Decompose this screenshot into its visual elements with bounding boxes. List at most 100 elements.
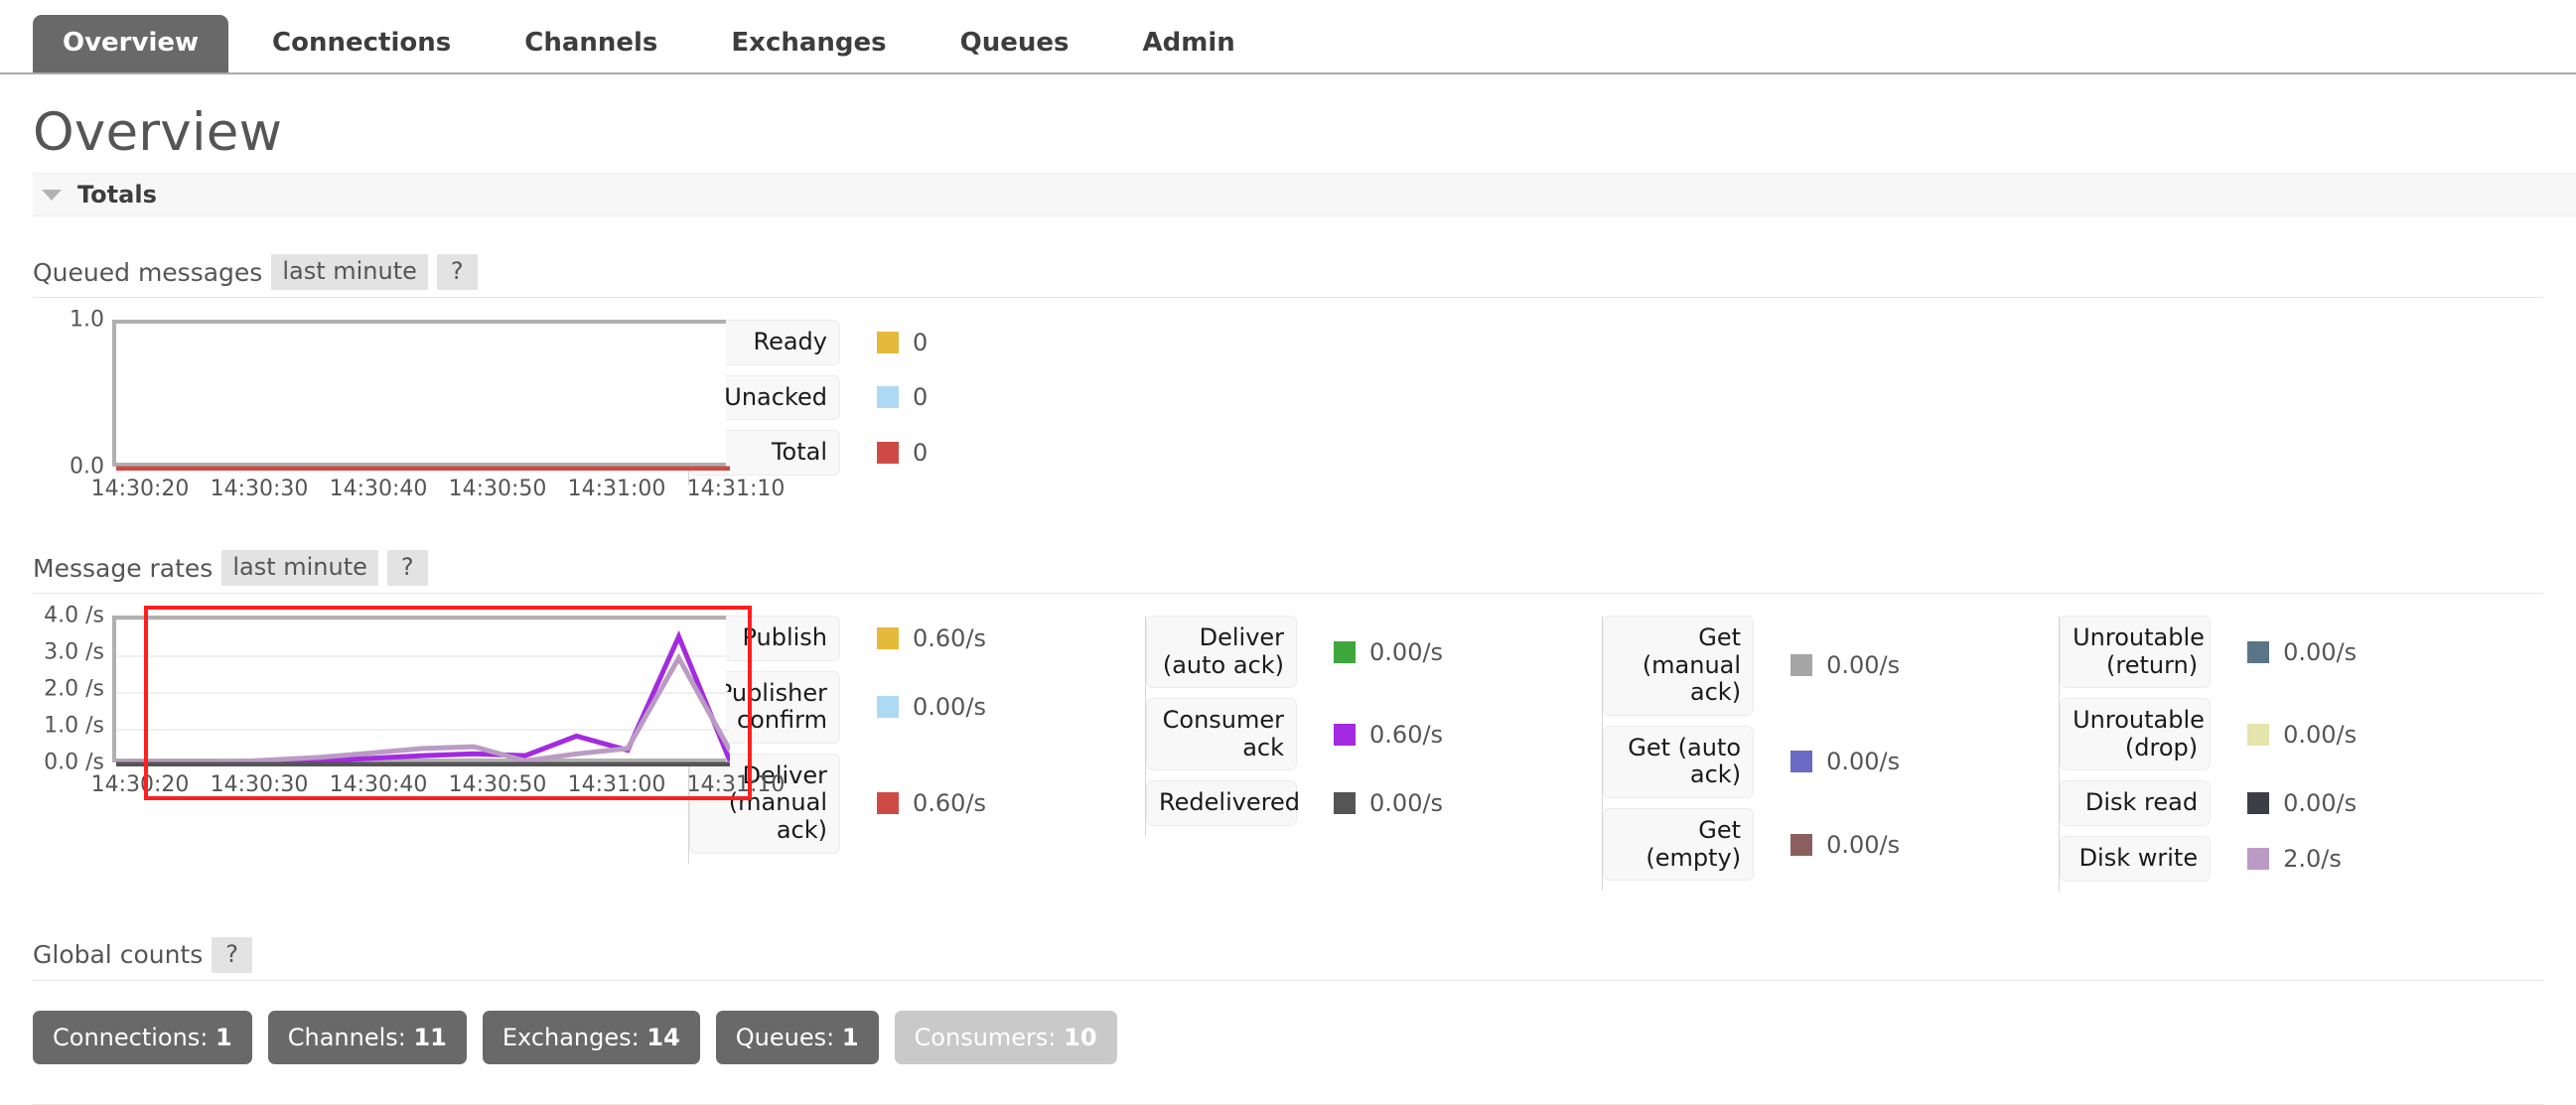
x-tick-label: 14:30:40 [329,772,428,797]
legend-color-swatch [877,792,899,815]
legend-color-swatch [2247,723,2270,746]
count-button-channels[interactable]: Channels: 11 [267,1010,467,1064]
legend-metric-label[interactable]: Disk write [2060,835,2212,882]
legend-metric-label[interactable]: Redelivered [1146,780,1300,826]
legend-metric-value: 2.0/s [2283,844,2342,873]
y-axis: 0.0 /s 1.0 /s 2.0 /s 3.0 /s 4.0 /s [33,604,110,775]
legend-metric-value-row: 0.00/s [1790,726,1900,798]
global-counts-help-icon[interactable]: ? [212,936,253,973]
message-rates-label-row: Message rates last minute ? [33,550,2543,594]
queued-messages-chart-row: 0.0 1.0 14:30:20 14:30:30 14:30:40 14:30:50 14… [33,308,2576,512]
legend-metric-label[interactable]: Get (manual ack) [1603,616,1755,716]
message-rates-period-button[interactable]: last minute [221,550,378,586]
count-button-label: Exchanges: [501,1023,647,1051]
totals-section-title: Totals [77,181,157,208]
legend-metric-value-row: 0 [877,375,928,421]
legend-metric-value-row: 0.00/s [2247,698,2357,770]
legend-values: 0.00/s 0.60/s 0.00/s [1310,616,1443,836]
message-rates-legend: Publish Publisher confirm Deliver (manual … [688,616,2357,892]
legend-color-swatch [2247,792,2270,815]
count-button-queues[interactable]: Queues: 1 [715,1010,879,1064]
legend-metric-value: 0.00/s [2283,789,2358,818]
legend-column: Deliver (auto ack) Consumer ack Redelivere… [1145,616,1443,836]
queued-messages-label-row: Queued messages last minute ? [33,254,2543,298]
y-tick-label: 1.0 /s [44,713,104,739]
legend-metric-value-row: 0.60/s [877,754,986,854]
legend-metric-value-row: 0.00/s [1334,616,1443,688]
count-button-label: Queues: [735,1023,842,1051]
global-counts-buttons: Connections: 1 Channels: 11 Exchanges: 14 Q… [33,1010,2576,1064]
chart-svg [116,620,730,766]
legend-metric-value-row: 0.00/s [1790,808,1900,881]
legend-color-swatch [877,386,899,409]
legend-column: Publish Publisher confirm Deliver (manual … [688,616,986,864]
legend-metric-value-row: 0.00/s [877,671,986,744]
legend-values: 0.60/s 0.00/s 0.60/s [853,616,986,864]
legend-metric-value: 0.60/s [913,789,987,818]
legend-color-swatch [1334,723,1357,746]
y-tick-label: 0.0 [70,454,104,480]
y-tick-label: 3.0 /s [44,639,104,665]
x-tick-label: 14:31:00 [567,772,666,797]
legend-metric-value: 0 [913,438,929,467]
totals-section-header[interactable]: Totals [33,173,2576,216]
legend-metric-label[interactable]: Unroutable (return) [2060,616,2212,689]
legend-color-swatch [877,441,899,464]
legend-column: Unroutable (return) Unroutable (drop) Disk… [2059,616,2357,892]
x-tick-label: 14:30:30 [210,772,309,797]
x-tick-label: 14:30:50 [448,477,547,501]
legend-color-swatch [1790,751,1813,773]
legend-color-swatch [1334,792,1357,815]
x-tick-label: 14:31:10 [686,477,786,501]
legend-metric-label[interactable]: Get (empty) [1603,807,1755,882]
legend-metric-value: 0.00/s [1826,748,1901,776]
queued-messages-chart: 0.0 1.0 14:30:20 14:30:30 14:30:40 14:30:50 14… [33,308,785,512]
legend-metric-label[interactable]: Deliver (manual ack) [689,753,840,854]
count-button-label: Consumers: [914,1023,1065,1051]
queued-messages-help-icon[interactable]: ? [436,254,478,290]
bottom-divider [33,1103,2543,1105]
legend-metric-label[interactable]: Consumer ack [1146,698,1298,771]
legend-color-swatch [1790,833,1813,856]
count-button-value: 14 [646,1023,680,1051]
chart-svg [116,466,730,471]
legend-metric-value: 0.00/s [913,693,987,722]
legend-color-swatch [877,696,899,719]
legend-names: Get (manual ack) Get (auto ack) Get (empty… [1603,616,1767,891]
legend-color-swatch [2247,847,2270,870]
count-button-value: 1 [841,1023,859,1051]
count-button-consumers[interactable]: Consumers: 10 [894,1010,1117,1064]
legend-metric-label[interactable]: Get (auto ack) [1603,725,1755,798]
tab-exchanges[interactable]: Exchanges [701,15,916,72]
plot-area [112,616,730,766]
tab-channels[interactable]: Channels [495,15,687,72]
legend-color-swatch [2247,640,2270,663]
legend-names: Unroutable (return) Unroutable (drop) Disk… [2060,616,2223,892]
legend-metric-value-row: 0.00/s [2247,780,2357,826]
count-button-connections[interactable]: Connections: 1 [33,1010,252,1064]
message-rates-help-icon[interactable]: ? [386,550,428,586]
tab-overview[interactable]: Overview [33,15,229,72]
legend-metric-value: 0 [913,328,929,356]
legend-metric-value-row: 0 [877,430,928,476]
tab-admin[interactable]: Admin [1113,15,1265,72]
tab-connections[interactable]: Connections [242,15,481,72]
y-tick-label: 4.0 /s [44,603,104,628]
caret-down-icon [42,189,62,201]
main-tab-bar: Overview Connections Channels Exchanges Queu… [0,0,2576,74]
y-axis: 0.0 1.0 [33,308,110,480]
x-tick-label: 14:30:20 [90,477,190,501]
y-tick-label: 0.0 /s [44,750,104,775]
message-rates-chart: 0.0 /s 1.0 /s 2.0 /s 3.0 /s 4.0 /s 14:30:20 14… [33,604,785,808]
count-button-exchanges[interactable]: Exchanges: 14 [482,1010,700,1064]
global-counts-label: Global counts [33,940,204,970]
plot-area [112,320,730,471]
global-counts-label-row: Global counts ? [33,936,2543,981]
queued-messages-period-button[interactable]: last minute [271,254,428,290]
legend-metric-label[interactable]: Deliver (auto ack) [1146,616,1298,689]
legend-metric-value: 0.00/s [1826,651,1901,680]
legend-metric-label[interactable]: Unroutable (drop) [2060,698,2212,771]
legend-column: Get (manual ack) Get (auto ack) Get (empty… [1602,616,1901,892]
legend-metric-label[interactable]: Disk read [2060,780,2212,826]
tab-queues[interactable]: Queues [930,15,1099,72]
